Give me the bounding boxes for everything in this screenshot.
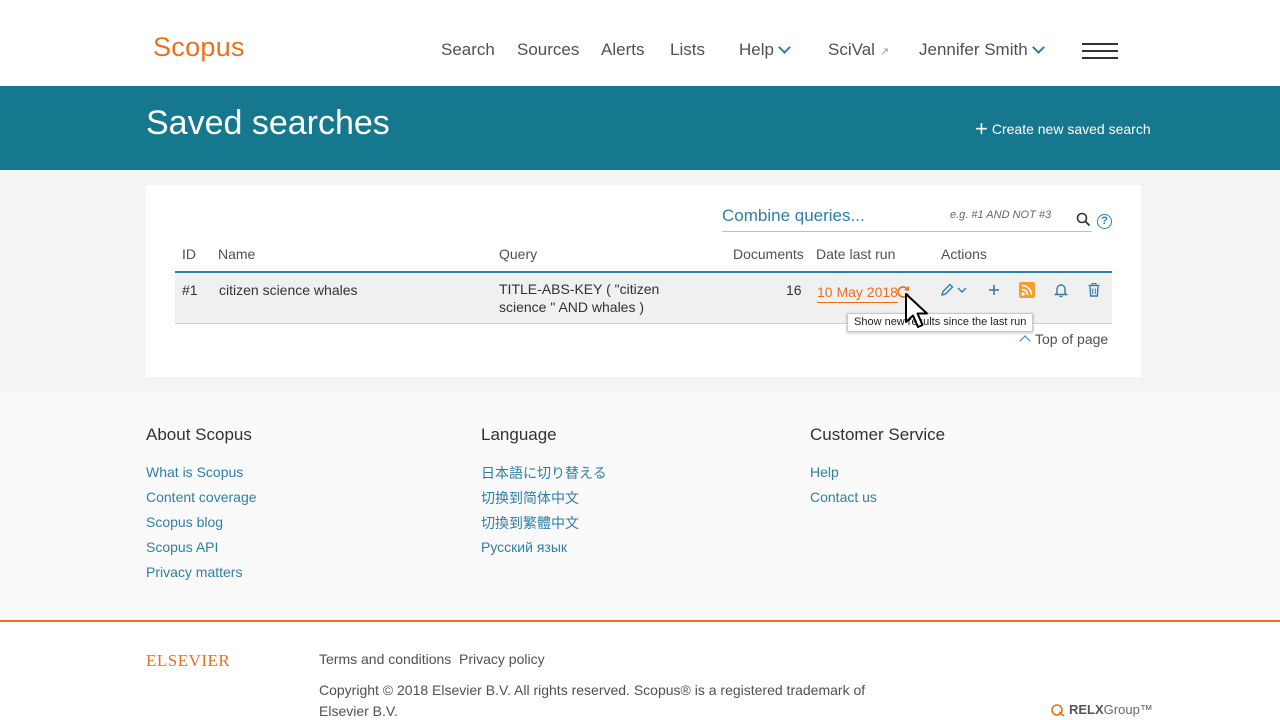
delete-button[interactable] [1085, 281, 1103, 299]
mouse-cursor-icon [905, 293, 928, 328]
nav-sources-label: Sources [517, 40, 580, 59]
trash-icon [1088, 283, 1100, 297]
search-icon[interactable] [1076, 212, 1091, 227]
column-header-id: ID [182, 246, 196, 262]
footer-about-heading: About Scopus [146, 425, 252, 444]
nav-help-label: Help [739, 40, 774, 59]
column-header-name: Name [218, 246, 256, 262]
row-date-last-run[interactable]: 10 May 2018 [817, 284, 898, 303]
copyright-text: Copyright © 2018 Elsevier B.V. All right… [319, 682, 866, 719]
top-of-page-link[interactable]: Top of page [1019, 331, 1109, 347]
relx-suffix: Group™ [1103, 702, 1153, 717]
nav-lists-label: Lists [670, 40, 705, 59]
language-japanese-link[interactable]: 日本語に切り替える [481, 463, 607, 483]
bell-icon [1054, 283, 1068, 297]
alert-button[interactable] [1052, 281, 1070, 299]
external-link-icon: ↗ [879, 46, 890, 58]
nav-sources[interactable]: Sources [517, 40, 579, 60]
rss-button[interactable] [1018, 281, 1036, 299]
footer-link-scopus-blog[interactable]: Scopus blog [146, 514, 223, 530]
footer-link-content-coverage[interactable]: Content coverage [146, 489, 257, 505]
footer-link-scopus-api[interactable]: Scopus API [146, 539, 218, 555]
language-traditional-chinese-link[interactable]: 切換到繁體中文 [481, 513, 579, 533]
chevron-down-icon [778, 40, 791, 54]
plus-icon [989, 285, 999, 295]
row-id: #1 [182, 282, 198, 298]
create-saved-search-link[interactable]: + Create new saved search [975, 116, 1151, 141]
elsevier-logo[interactable]: ELSEVIER [146, 651, 230, 671]
add-button[interactable] [985, 281, 1003, 299]
column-header-query: Query [499, 246, 538, 262]
nav-alerts-label: Alerts [601, 40, 645, 59]
column-header-documents: Documents [733, 246, 804, 262]
chevron-down-icon [1031, 40, 1045, 54]
pencil-icon [940, 283, 967, 297]
language-simplified-chinese-link[interactable]: 切换到简体中文 [481, 488, 579, 508]
nav-alerts[interactable]: Alerts [601, 40, 644, 60]
nav-lists[interactable]: Lists [670, 40, 705, 60]
edit-button[interactable] [939, 281, 969, 299]
nav-help[interactable]: Help [739, 40, 791, 60]
scopus-logo[interactable]: Scopus [153, 32, 245, 63]
hamburger-menu-icon[interactable] [1082, 43, 1118, 61]
relx-prefix: RELX [1069, 702, 1104, 717]
nav-scival-label: SciVal [828, 40, 875, 59]
language-russian-link[interactable]: Русский язык [481, 539, 567, 555]
column-header-date: Date last run [816, 246, 896, 262]
user-name: Jennifer Smith [919, 40, 1028, 59]
tooltip: Show new results since the last run [847, 313, 1034, 332]
relx-mark-icon [1051, 703, 1065, 717]
nav-scival[interactable]: SciVal ↗ [828, 40, 889, 60]
footer-language-heading: Language [481, 425, 557, 444]
combine-queries-hint: e.g. #1 AND NOT #3 [950, 209, 1052, 221]
plus-icon: + [975, 116, 988, 141]
help-icon[interactable]: ? [1097, 214, 1112, 229]
page-title: Saved searches [146, 104, 390, 142]
nav-search[interactable]: Search [441, 40, 495, 60]
footer-link-contact-us[interactable]: Contact us [810, 489, 877, 505]
row-documents[interactable]: 16 [786, 282, 802, 298]
column-header-actions: Actions [941, 246, 987, 262]
privacy-policy-link[interactable]: Privacy policy [459, 651, 545, 667]
footer-link-what-is-scopus[interactable]: What is Scopus [146, 464, 243, 480]
footer-link-privacy-matters[interactable]: Privacy matters [146, 564, 242, 580]
terms-link[interactable]: Terms and conditions [319, 651, 451, 667]
footer-link-help[interactable]: Help [810, 464, 839, 480]
combine-queries-input[interactable]: Combine queries... [722, 206, 865, 226]
relx-logo[interactable]: RELX Group™ [1050, 702, 1153, 717]
footer-service-heading: Customer Service [810, 425, 946, 444]
create-saved-search-label: Create new saved search [991, 121, 1151, 137]
row-query: TITLE-ABS-KEY ( "citizen science " AND w… [499, 281, 660, 315]
row-name: citizen science whales [219, 282, 358, 298]
nav-search-label: Search [441, 40, 495, 59]
user-menu[interactable]: Jennifer Smith [919, 40, 1045, 60]
top-of-page-label: Top of page [1035, 331, 1109, 347]
chevron-up-icon [1019, 335, 1031, 347]
combine-queries-underline [722, 231, 1092, 232]
rss-icon [1019, 282, 1035, 298]
